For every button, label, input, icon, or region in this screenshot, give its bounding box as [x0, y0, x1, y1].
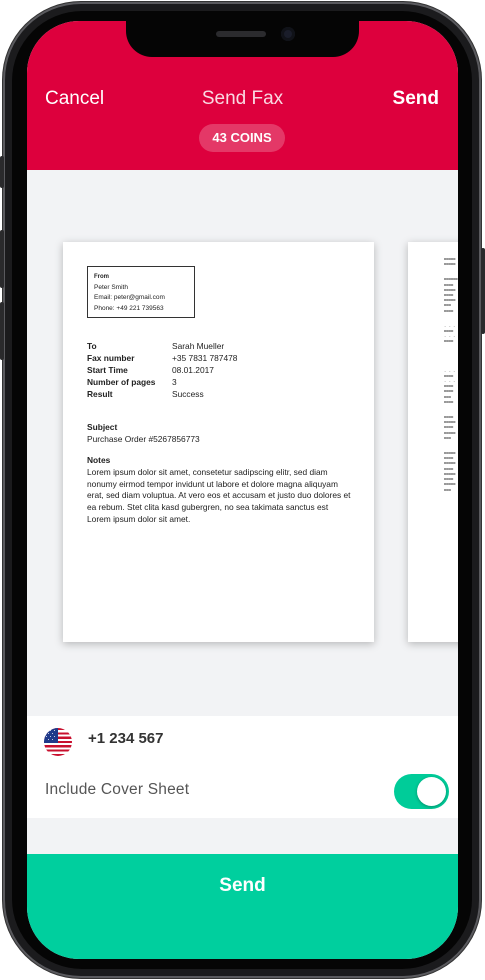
- from-label: From: [94, 274, 109, 280]
- fax-page-2-preview[interactable]: ▬▬▬▬▬ ▬▬▬▬▬ ▬▬▬▬▬▬ ▬▬▬▬ ▬▬▬▬▬ ▬▬▬▬ ▬▬▬▬▬ ▬▬▬ ▬▬…: [408, 242, 458, 642]
- from-email: Email: peter@gmail.com: [94, 294, 165, 301]
- page2-text-block: ▬▬▬▬▬ ▬▬▬▬ ▬▬▬▬▬ ▬▬▬▬ ▬▬▬▬▬ ▬▬▬▬ ▬▬▬▬▬ ▬▬▬: [444, 450, 456, 492]
- app-screen: Cancel Send Fax Send 43 COINS From Peter…: [27, 21, 458, 959]
- notes-heading: Notes: [87, 455, 111, 465]
- info-row-to: To Sarah Mueller: [87, 340, 237, 352]
- notes-section: Notes Lorem ipsum dolor sit amet, conset…: [87, 455, 352, 526]
- send-button-label: Send: [219, 875, 266, 896]
- coins-badge: 43 COINS: [199, 124, 285, 152]
- spacer: [27, 818, 458, 854]
- front-camera: [281, 27, 295, 41]
- info-key: Number of pages: [87, 377, 156, 387]
- cover-sheet-toggle[interactable]: [394, 774, 449, 809]
- page2-text-block: ▬▬▬▬ ▬▬▬▬▬ ▬▬▬▬ ▬▬▬▬▬ ▬▬▬: [444, 414, 456, 440]
- page2-text-block: ▬▬▬▬▬▬ ▬▬▬▬ ▬▬▬▬▬ ▬▬▬▬ ▬▬▬▬▬ ▬▬▬ ▬▬▬▬: [444, 276, 458, 313]
- page2-text-block: ▬▬▬▬▬ ▬▬▬▬▬: [444, 256, 456, 267]
- cover-sheet-row: Include Cover Sheet: [27, 768, 458, 818]
- info-value: 3: [172, 377, 177, 387]
- page2-text-block: - - - - -▬▬▬▬- - - - -▬▬▬▬: [444, 322, 458, 344]
- header-send-button[interactable]: Send: [393, 88, 439, 110]
- subject-text: Purchase Order #5267856773: [87, 433, 200, 444]
- subject-section: Subject Purchase Order #5267856773: [87, 422, 352, 446]
- header-bar: Cancel Send Fax Send 43 COINS: [27, 21, 458, 170]
- send-button[interactable]: Send: [27, 854, 458, 959]
- info-row-start-time: Start Time 08.01.2017: [87, 364, 237, 376]
- recipient-row[interactable]: +1 234 567: [27, 716, 458, 768]
- fax-info-table: To Sarah Mueller Fax number +35 7831 787…: [87, 340, 237, 400]
- notes-text: Lorem ipsum dolor sit amet, consetetur s…: [87, 466, 351, 524]
- toggle-knob: [417, 777, 446, 806]
- document-preview-carousel[interactable]: From Peter Smith Email: peter@gmail.com …: [27, 170, 458, 716]
- from-box: From Peter Smith Email: peter@gmail.com …: [87, 266, 195, 318]
- phone-power-button: [481, 248, 485, 334]
- us-flag-icon[interactable]: [44, 728, 72, 756]
- info-key: To: [87, 341, 97, 351]
- info-key: Start Time: [87, 365, 128, 375]
- info-row-pages: Number of pages 3: [87, 376, 237, 388]
- from-phone: Phone: +49 221 739563: [94, 304, 164, 312]
- info-row-result: Result Success: [87, 388, 237, 400]
- device-notch: [126, 21, 359, 57]
- cover-sheet-label: Include Cover Sheet: [45, 781, 190, 798]
- info-value: Success: [172, 389, 204, 399]
- page2-text-block: - - - - -▬▬▬▬- - - - -▬▬▬▬▬▬▬▬▬▬▬▬▬▬▬: [444, 367, 458, 404]
- from-name: Peter Smith: [94, 283, 128, 291]
- speaker-grille: [216, 31, 266, 37]
- info-value: Sarah Mueller: [172, 341, 225, 351]
- phone-volume-down-button: [0, 302, 4, 360]
- flag-canton: [44, 728, 58, 743]
- fax-cover-page[interactable]: From Peter Smith Email: peter@gmail.com …: [63, 242, 374, 642]
- info-value: 08.01.2017: [172, 365, 214, 375]
- phone-side-button: [0, 156, 4, 188]
- info-key: Result: [87, 389, 113, 399]
- info-key: Fax number: [87, 353, 135, 363]
- subject-heading: Subject: [87, 422, 118, 432]
- phone-volume-up-button: [0, 230, 4, 288]
- recipient-number[interactable]: +1 234 567: [88, 730, 164, 747]
- info-value: +35 7831 787478: [172, 353, 238, 363]
- info-row-fax-number: Fax number +35 7831 787478: [87, 352, 237, 364]
